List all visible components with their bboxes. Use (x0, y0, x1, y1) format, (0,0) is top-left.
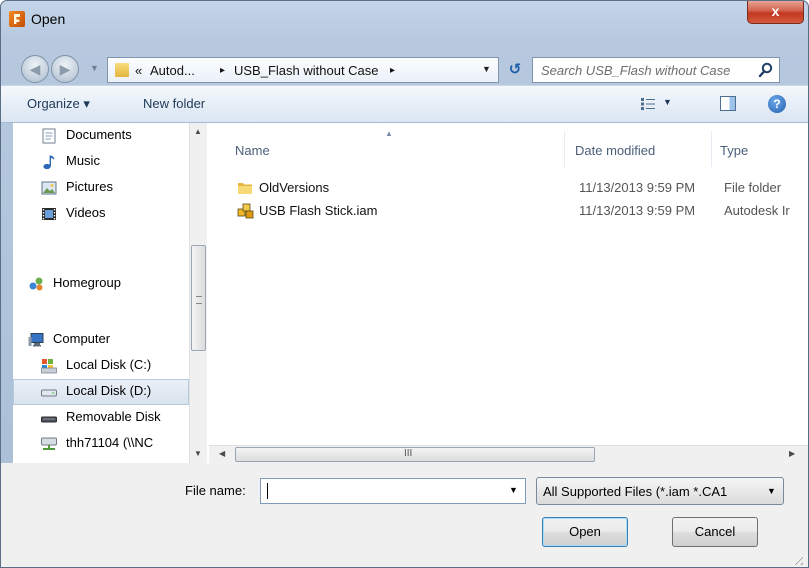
column-divider[interactable] (711, 131, 712, 167)
nav-item-pictures[interactable]: Pictures (13, 175, 189, 201)
open-dialog-window: Open x ◀ ▶ ▼ « Autod... ▸ USB_Flash with… (0, 0, 809, 568)
change-view-icon[interactable] (641, 98, 655, 110)
column-header-type[interactable]: Type (720, 143, 748, 158)
scroll-down-icon[interactable]: ▼ (194, 449, 202, 458)
address-bar[interactable]: « Autod... ▸ USB_Flash without Case ▸ ▼ (107, 57, 499, 83)
scroll-left-icon[interactable]: ◀ (219, 449, 225, 458)
dialog-footer: File name: ▼ All Supported Files (*.iam … (1, 463, 808, 567)
navigation-pane: Documents Music Pictures Videos Homegrou… (13, 123, 207, 463)
nav-label-computer: Computer (53, 331, 111, 346)
nav-label-removable-disk: Removable Disk (66, 409, 161, 424)
new-folder-button[interactable]: New folder (143, 96, 205, 111)
nav-item-removable-disk[interactable]: Removable Disk (13, 405, 189, 431)
breadcrumb-separator-icon[interactable]: ▸ (390, 65, 395, 76)
nav-label-documents: Documents (66, 127, 132, 142)
nav-label-homegroup: Homegroup (53, 275, 121, 290)
cancel-button[interactable]: Cancel (672, 517, 758, 547)
file-date: 11/13/2013 9:59 PM (579, 203, 696, 218)
removable-disk-icon (41, 416, 57, 423)
file-name: USB Flash Stick.iam (259, 203, 378, 218)
network-drive-icon (41, 437, 57, 450)
file-type-filter-select[interactable]: All Supported Files (*.iam *.CA1 ▼ (536, 477, 784, 505)
recent-locations-dropdown-icon[interactable]: ▼ (90, 63, 99, 73)
nav-label-music: Music (66, 153, 100, 168)
close-button[interactable]: x (747, 1, 804, 24)
nav-label-local-disk-d: Local Disk (D:) (66, 383, 152, 398)
documents-icon (42, 128, 56, 144)
file-row-oldversions[interactable]: OldVersions 11/13/2013 9:59 PM File fold… (229, 177, 808, 199)
file-type: Autodesk Ir (724, 203, 790, 218)
nav-label-local-disk-c: Local Disk (C:) (66, 357, 152, 372)
music-icon (43, 155, 55, 170)
breadcrumb-usb-flash[interactable]: USB_Flash without Case (234, 63, 379, 78)
navigation-pane-scrollbar[interactable]: ▲ ▼ (189, 123, 207, 463)
preview-pane-icon[interactable] (720, 96, 736, 111)
search-icon[interactable] (758, 62, 774, 78)
open-button[interactable]: Open (542, 517, 628, 547)
videos-icon (42, 208, 56, 220)
nav-item-local-disk-c[interactable]: Local Disk (C:) (13, 353, 189, 379)
pictures-icon (41, 181, 57, 195)
organize-button[interactable]: Organize ▾ (27, 96, 90, 112)
view-options-dropdown-icon[interactable]: ▼ (663, 97, 672, 107)
nav-label-pictures: Pictures (66, 179, 113, 194)
local-disk-icon (41, 359, 57, 374)
file-name: OldVersions (259, 180, 330, 195)
grip-icon (196, 296, 202, 304)
file-date: 11/13/2013 9:59 PM (579, 180, 696, 195)
refresh-icon[interactable]: ↺ (504, 59, 526, 81)
folder-icon (115, 63, 129, 77)
scroll-right-icon[interactable]: ▶ (789, 449, 795, 458)
local-disk-icon (41, 389, 57, 397)
forward-button[interactable]: ▶ (51, 55, 79, 83)
nav-item-homegroup[interactable]: Homegroup (13, 271, 189, 297)
nav-item-music[interactable]: Music (13, 149, 189, 175)
nav-item-computer[interactable]: Computer (13, 327, 189, 353)
scrollbar-thumb[interactable]: III (235, 447, 595, 462)
nav-label-network-drive: thh71104 (\\NC (66, 435, 154, 450)
assembly-file-icon (237, 203, 254, 219)
nav-item-network-drive[interactable]: thh71104 (\\NC (13, 431, 189, 457)
nav-label-videos: Videos (66, 205, 106, 220)
search-input[interactable]: Search USB_Flash without Case (532, 57, 780, 83)
file-list-horizontal-scrollbar[interactable]: ◀ III ▶ (209, 445, 808, 463)
resize-grip-icon[interactable] (791, 553, 803, 565)
column-divider[interactable] (564, 131, 565, 167)
nav-item-local-disk-d[interactable]: Local Disk (D:) (13, 379, 189, 405)
window-title: Open (31, 11, 66, 27)
scrollbar-thumb[interactable] (191, 245, 206, 351)
file-name-label: File name: (185, 483, 246, 498)
text-caret (267, 483, 268, 499)
column-header-date-modified[interactable]: Date modified (575, 143, 655, 158)
computer-icon (28, 333, 44, 347)
chevron-down-icon[interactable]: ▼ (767, 486, 776, 496)
file-list-pane: ▲ Name Date modified Type OldVersions 11… (209, 123, 808, 463)
search-placeholder: Search USB_Flash without Case (541, 63, 731, 78)
homegroup-icon (29, 277, 43, 291)
file-name-dropdown-icon[interactable]: ▼ (509, 485, 518, 495)
nav-item-videos[interactable]: Videos (13, 201, 189, 227)
grip-icon: III (404, 448, 413, 459)
sort-ascending-icon: ▲ (385, 129, 393, 138)
title-bar: Open x (1, 1, 808, 37)
breadcrumb-separator-icon[interactable]: ▸ (220, 65, 225, 76)
breadcrumb-autodesk[interactable]: Autod... (150, 63, 195, 78)
autodesk-app-icon (9, 11, 25, 27)
back-button[interactable]: ◀ (21, 55, 49, 83)
command-toolbar: Organize ▾ New folder ▼ ? (1, 85, 808, 123)
column-header-name[interactable]: Name (235, 143, 270, 158)
folder-icon (238, 183, 252, 194)
navigation-row: ◀ ▶ ▼ « Autod... ▸ USB_Flash without Cas… (1, 37, 808, 85)
file-row-usb-flash-stick[interactable]: USB Flash Stick.iam 11/13/2013 9:59 PM A… (229, 200, 808, 222)
help-icon[interactable]: ? (768, 95, 786, 113)
address-dropdown-icon[interactable]: ▼ (482, 64, 491, 74)
breadcrumb-overflow[interactable]: « (135, 63, 142, 78)
scroll-up-icon[interactable]: ▲ (194, 127, 202, 136)
file-type-filter-value: All Supported Files (*.iam *.CA1 (543, 484, 728, 499)
file-type: File folder (724, 180, 782, 195)
nav-item-documents[interactable]: Documents (13, 123, 189, 149)
file-name-input[interactable]: ▼ (260, 478, 526, 504)
browser-area: Documents Music Pictures Videos Homegrou… (13, 123, 808, 463)
